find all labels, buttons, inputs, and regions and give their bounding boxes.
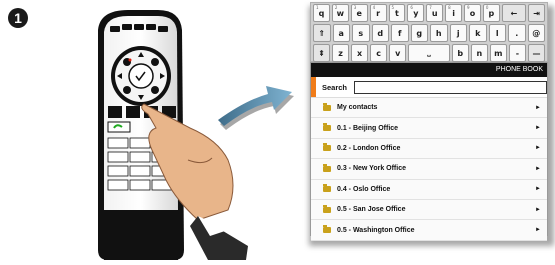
list-item-new-york[interactable]: 0.3 - New York Office ► bbox=[311, 159, 547, 180]
chevron-right-icon: ► bbox=[535, 125, 541, 132]
search-row: Search bbox=[311, 77, 548, 98]
key-s[interactable]: s bbox=[352, 24, 370, 42]
list-item-san-jose[interactable]: 0.5 - San Jose Office ► bbox=[311, 199, 547, 221]
key-z[interactable]: z bbox=[332, 44, 350, 62]
key-g[interactable]: g bbox=[410, 24, 428, 42]
tab-key[interactable]: ⇥ bbox=[528, 4, 545, 22]
remote-control-icon bbox=[98, 10, 248, 260]
key-c[interactable]: c bbox=[370, 44, 388, 62]
key-w[interactable]: 2w bbox=[331, 4, 349, 22]
key-period[interactable]: . bbox=[508, 24, 526, 42]
list-item-beijing[interactable]: 0.1 - Beijing Office ► bbox=[311, 118, 547, 139]
chevron-right-icon: ► bbox=[535, 104, 541, 111]
chevron-right-icon: ► bbox=[535, 165, 541, 172]
list-item-label: 0.4 - Oslo Office bbox=[337, 185, 391, 193]
key-p[interactable]: 0p bbox=[482, 4, 500, 22]
list-item-london[interactable]: 0.2 - London Office ► bbox=[311, 138, 547, 160]
key-d[interactable]: d bbox=[371, 24, 389, 42]
list-item-label: My contacts bbox=[337, 104, 378, 112]
chevron-right-icon: ► bbox=[535, 186, 541, 193]
key-b[interactable]: b bbox=[451, 44, 469, 62]
list-item-label: 0.1 - Beijing Office bbox=[337, 124, 399, 132]
key-o[interactable]: 9o bbox=[464, 4, 481, 22]
space-key[interactable]: ⎵ bbox=[408, 44, 450, 62]
list-item-label: 0.5 - Washington Office bbox=[337, 226, 415, 234]
list-item-label: 0.3 - New York Office bbox=[337, 165, 406, 173]
folder-icon bbox=[323, 102, 331, 111]
key-m[interactable]: m bbox=[489, 44, 507, 62]
key-at[interactable]: @ bbox=[527, 24, 545, 42]
tab-icon: ⇥ bbox=[533, 8, 540, 18]
keyboard-row-2: ⇑ a s d f g h j k l . @ bbox=[311, 23, 547, 43]
key-a[interactable]: a bbox=[332, 24, 350, 42]
keyboard-row-3: ⇞ z x c v ⎵ b n m - — bbox=[311, 43, 547, 63]
search-input[interactable] bbox=[353, 80, 548, 94]
selection-indicator bbox=[311, 77, 316, 97]
folder-icon bbox=[323, 143, 331, 152]
key-t[interactable]: 5t bbox=[388, 4, 406, 22]
shift-key[interactable]: ⇑ bbox=[313, 24, 331, 42]
folder-icon bbox=[323, 163, 331, 172]
phone-book-list: My contacts ► 0.1 - Beijing Office ► 0.2… bbox=[311, 98, 547, 241]
list-item-label: 0.5 - San Jose Office bbox=[337, 206, 406, 214]
backspace-icon: ← bbox=[510, 8, 518, 18]
pointing-arrow-icon bbox=[218, 86, 294, 130]
key-u[interactable]: 7u bbox=[426, 4, 444, 22]
symbols-icon: ⇞ bbox=[318, 48, 325, 58]
key-f[interactable]: f bbox=[391, 24, 409, 42]
key-dash[interactable]: - bbox=[508, 44, 526, 62]
phone-book-title: PHONE BOOK bbox=[311, 63, 547, 77]
search-label: Search bbox=[321, 82, 348, 92]
key-j[interactable]: j bbox=[449, 24, 467, 42]
on-screen-keyboard: 1q 2w 3e 4r 5t 6y 7u 8i 9o 0p ← ⇥ ⇑ a s … bbox=[310, 2, 548, 62]
key-l[interactable]: l bbox=[488, 24, 506, 42]
folder-icon bbox=[323, 184, 331, 193]
list-item-label: 0.2 - London Office bbox=[337, 144, 401, 152]
phone-book-panel: PHONE BOOK Search My contacts ► 0.1 - Be… bbox=[310, 62, 548, 241]
list-item-my-contacts[interactable]: My contacts ► bbox=[311, 98, 547, 119]
chevron-right-icon: ► bbox=[535, 227, 541, 234]
list-item-washington[interactable]: 0.5 - Washington Office ► bbox=[311, 220, 547, 241]
remote-control-illustration bbox=[78, 10, 253, 260]
key-x[interactable]: x bbox=[351, 44, 369, 62]
backspace-key[interactable]: ← bbox=[501, 4, 527, 22]
key-h[interactable]: h bbox=[430, 24, 448, 42]
chevron-right-icon: ► bbox=[535, 206, 541, 213]
key-y[interactable]: 6y bbox=[407, 4, 425, 22]
folder-icon bbox=[323, 123, 331, 132]
keyboard-row-1: 1q 2w 3e 4r 5t 6y 7u 8i 9o 0p ← ⇥ bbox=[311, 3, 547, 23]
step-number-badge: 1 bbox=[8, 8, 28, 28]
key-long-dash[interactable]: — bbox=[527, 44, 545, 62]
key-n[interactable]: n bbox=[470, 44, 488, 62]
key-r[interactable]: 4r bbox=[369, 4, 387, 22]
folder-icon bbox=[323, 225, 331, 234]
key-e[interactable]: 3e bbox=[350, 4, 368, 22]
key-v[interactable]: v bbox=[389, 44, 407, 62]
space-icon: ⎵ bbox=[427, 48, 431, 57]
symbols-key[interactable]: ⇞ bbox=[313, 44, 331, 62]
shift-icon: ⇑ bbox=[318, 28, 326, 38]
folder-icon bbox=[323, 204, 331, 213]
key-q[interactable]: 1q bbox=[313, 4, 330, 22]
list-item-oslo[interactable]: 0.4 - Oslo Office ► bbox=[311, 179, 547, 200]
chevron-right-icon: ► bbox=[535, 145, 541, 152]
key-k[interactable]: k bbox=[469, 24, 487, 42]
key-i[interactable]: 8i bbox=[445, 4, 462, 22]
